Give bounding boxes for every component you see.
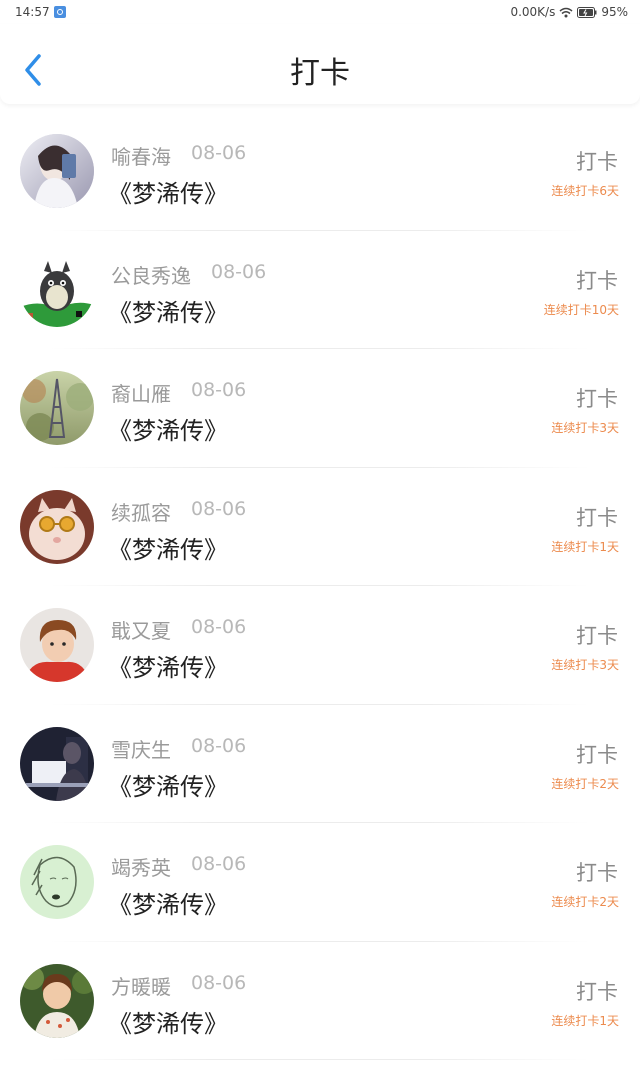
user-name: 公良秀逸: [111, 263, 191, 288]
streak-label: 连续打卡3天: [551, 658, 619, 672]
book-title[interactable]: 《梦浠传》: [108, 174, 228, 209]
divider: [50, 1059, 590, 1060]
book-title[interactable]: 《梦浠传》: [108, 767, 228, 802]
battery-level: 95%: [601, 5, 628, 19]
list-item[interactable]: 竭秀英 08-06 《梦浠传》 打卡 连续打卡2天: [0, 823, 640, 942]
streak-label: 连续打卡2天: [551, 895, 619, 909]
page-title: 打卡: [290, 56, 350, 91]
list-item[interactable]: 方暖暖 08-06 《梦浠传》 打卡 连续打卡1天: [0, 942, 640, 1060]
status-bar-left: 14:57: [0, 5, 66, 19]
avatar[interactable]: [20, 489, 94, 564]
checkin-list: 喻春海 08-06 《梦浠传》 打卡 连续打卡6天 公良秀逸 08-06 《梦浠…: [0, 112, 640, 1060]
user-name: 喻春海: [111, 145, 171, 169]
streak-label: 连续打卡1天: [551, 539, 619, 554]
checkin-button[interactable]: 打卡: [576, 502, 618, 532]
status-bar-right: 0.00K/s 95%: [510, 5, 640, 19]
user-name: 戢又夏: [111, 619, 171, 643]
streak-label: 连续打卡10天: [543, 302, 619, 317]
book-title[interactable]: 《梦浠传》: [108, 411, 228, 446]
checkin-button[interactable]: 打卡: [576, 620, 618, 650]
avatar[interactable]: [20, 608, 94, 682]
status-bar: 14:57 0.00K/s 95%: [0, 0, 640, 24]
checkin-date: 08-06: [191, 616, 247, 638]
checkin-button[interactable]: 打卡: [576, 976, 618, 1006]
avatar[interactable]: [20, 726, 94, 801]
app-notification-icon: [53, 6, 66, 18]
list-item[interactable]: 公良秀逸 08-06 《梦浠传》 打卡 连续打卡10天: [0, 231, 640, 349]
checkin-button[interactable]: 打卡: [576, 857, 618, 887]
checkin-date: 08-06: [191, 734, 247, 757]
streak-label: 连续打卡2天: [551, 776, 619, 791]
avatar[interactable]: [20, 963, 94, 1038]
avatar[interactable]: [20, 371, 94, 445]
avatar[interactable]: [20, 134, 94, 208]
user-name: 竭秀英: [111, 856, 171, 880]
checkin-button[interactable]: 打卡: [576, 265, 618, 295]
streak-label: 连续打卡1天: [551, 1013, 619, 1028]
list-item[interactable]: 戢又夏 08-06 《梦浠传》 打卡 连续打卡3天: [0, 586, 640, 705]
book-title[interactable]: 《梦浠传》: [108, 1004, 228, 1039]
book-title[interactable]: 《梦浠传》: [108, 648, 228, 683]
avatar[interactable]: [20, 252, 94, 327]
list-item[interactable]: 喻春海 08-06 《梦浠传》 打卡 连续打卡6天: [0, 112, 640, 231]
checkin-date: 08-06: [211, 260, 267, 283]
wifi-icon: [559, 7, 573, 17]
checkin-button[interactable]: 打卡: [576, 383, 618, 413]
avatar[interactable]: [20, 845, 94, 919]
battery-icon: [577, 6, 597, 18]
network-speed: 0.00K/s: [510, 5, 556, 19]
book-title[interactable]: 《梦浠传》: [108, 885, 228, 920]
app-header: 打卡: [0, 24, 640, 104]
user-name: 方暖暖: [111, 974, 171, 999]
checkin-button[interactable]: 打卡: [576, 739, 618, 769]
status-time: 14:57: [15, 5, 50, 19]
checkin-button[interactable]: 打卡: [576, 146, 618, 176]
user-name: 续孤容: [111, 500, 171, 525]
book-title[interactable]: 《梦浠传》: [108, 293, 228, 328]
checkin-date: 08-06: [191, 142, 247, 164]
streak-label: 连续打卡6天: [551, 184, 619, 198]
streak-label: 连续打卡3天: [551, 421, 619, 435]
book-title[interactable]: 《梦浠传》: [108, 530, 228, 565]
user-name: 裔山雁: [111, 382, 171, 406]
list-item[interactable]: 续孤容 08-06 《梦浠传》 打卡 连续打卡1天: [0, 468, 640, 586]
user-name: 雪庆生: [111, 737, 171, 762]
checkin-date: 08-06: [191, 853, 247, 875]
checkin-date: 08-06: [191, 971, 247, 994]
list-item[interactable]: 裔山雁 08-06 《梦浠传》 打卡 连续打卡3天: [0, 349, 640, 468]
list-item[interactable]: 雪庆生 08-06 《梦浠传》 打卡 连续打卡2天: [0, 705, 640, 823]
checkin-date: 08-06: [191, 497, 247, 520]
checkin-date: 08-06: [191, 379, 247, 401]
